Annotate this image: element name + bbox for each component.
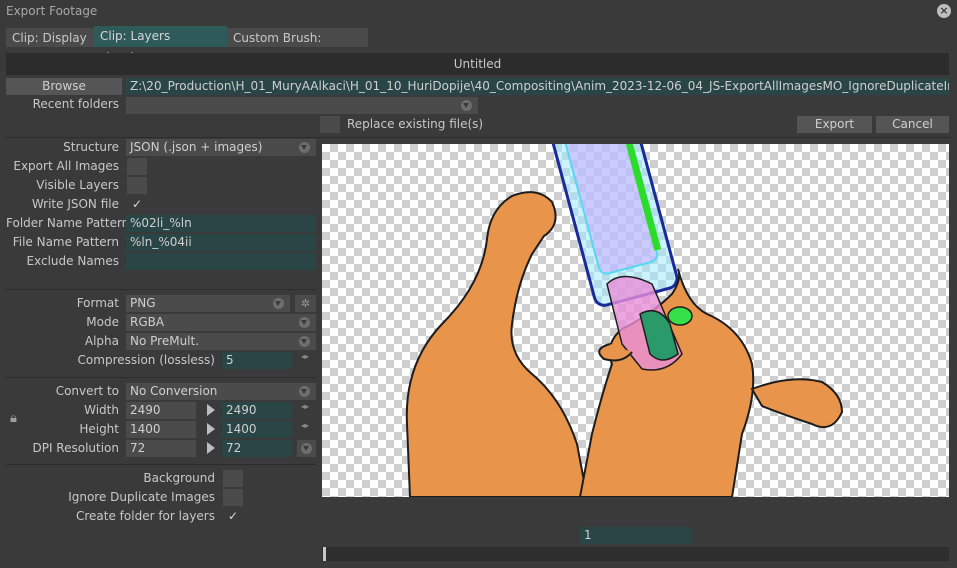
dpi-source: 72 [126,440,196,457]
arrow-right-icon [207,404,215,416]
create-folder-checkbox[interactable]: ✓ [223,508,243,525]
timeline-slider[interactable] [322,547,949,561]
folder-name-pattern-label: Folder Name Pattern [6,216,130,230]
chevron-down-icon [299,336,310,347]
write-json-checkbox[interactable]: ✓ [127,196,147,213]
file-name-pattern-label: File Name Pattern [12,235,119,249]
convert-to-label: Convert to [55,384,119,398]
folder-name-pattern-input[interactable]: %02li_%ln [126,215,316,232]
chevron-down-icon [299,142,310,153]
browse-button[interactable]: Browse [6,78,122,95]
document-name: Untitled [6,53,949,75]
cancel-button[interactable]: Cancel [876,116,949,133]
preview-canvas [322,144,949,497]
visible-layers-label: Visible Layers [36,178,119,192]
structure-dropdown[interactable]: JSON (.json + images) [126,139,316,156]
height-stepper-icon[interactable]: ◂▸ [300,422,310,436]
output-path-field[interactable]: Z:\20_Production\H_01_MuryAAlkaci\H_01_1… [126,78,949,95]
preview-image [405,144,844,497]
export-button[interactable]: Export [797,116,872,133]
create-folder-label: Create folder for layers [75,509,215,523]
compression-stepper-icon[interactable]: ◂▸ [300,353,310,367]
chevron-down-icon [299,386,310,397]
recent-folders-dropdown[interactable] [126,97,478,114]
compression-label: Compression (lossless) [77,353,215,367]
chevron-down-icon [461,100,472,111]
visible-layers-checkbox[interactable] [127,177,147,194]
chevron-down-icon [299,317,310,328]
file-name-pattern-input[interactable]: %ln_%04ii [126,234,316,251]
divider [6,377,316,378]
tab-clip-display[interactable]: Clip: Display [6,28,94,47]
mode-dropdown[interactable]: RGBA [126,314,316,331]
compression-input[interactable]: 5 [222,352,292,369]
close-icon[interactable]: × [937,4,951,18]
convert-to-value: No Conversion [130,384,218,398]
convert-to-dropdown[interactable]: No Conversion [126,383,316,400]
format-value: PNG [130,296,156,310]
divider [6,464,316,465]
chevron-down-icon [273,298,284,309]
structure-label: Structure [63,140,119,154]
alpha-value: No PreMult. [130,334,200,348]
mode-label: Mode [86,315,119,329]
frame-number-input[interactable]: 1 [580,527,691,544]
exclude-names-label: Exclude Names [26,254,119,268]
replace-existing-label: Replace existing file(s) [347,117,484,131]
background-checkbox[interactable] [223,470,243,487]
write-json-label: Write JSON file [31,197,119,211]
dpi-input[interactable]: 72 [222,440,292,457]
height-label: Height [79,422,119,436]
chevron-down-icon [301,443,312,454]
tab-custom-brush-display[interactable]: Custom Brush: Display [227,28,368,66]
divider [6,289,316,290]
format-settings-icon[interactable]: ✲ [295,295,316,312]
ignore-duplicates-checkbox[interactable] [223,489,243,506]
width-stepper-icon[interactable]: ◂▸ [300,403,310,417]
height-source: 1400 [126,421,196,438]
structure-value: JSON (.json + images) [130,140,263,154]
width-input[interactable]: 2490 [222,402,292,419]
ignore-duplicates-label: Ignore Duplicate Images [68,490,215,504]
window-title: Export Footage [6,4,98,18]
tab-clip-layers-structure[interactable]: Clip: Layers structure [94,26,227,64]
export-all-images-label: Export All Images [13,159,119,173]
format-dropdown[interactable]: PNG [126,295,290,312]
arrow-right-icon [207,423,215,435]
export-all-images-checkbox[interactable] [127,158,147,175]
recent-folders-label: Recent folders [32,97,119,111]
width-source: 2490 [126,402,196,419]
width-label: Width [84,403,119,417]
replace-existing-checkbox[interactable] [320,116,340,133]
height-input[interactable]: 1400 [222,421,292,438]
alpha-label: Alpha [84,334,119,348]
mode-value: RGBA [130,315,165,329]
dpi-dropdown[interactable] [297,440,316,457]
timeline-slider-handle[interactable] [323,547,326,561]
format-label: Format [76,296,119,310]
dpi-label: DPI Resolution [32,441,119,455]
alpha-dropdown[interactable]: No PreMult. [126,333,316,350]
exclude-names-input[interactable] [126,253,316,270]
arrow-right-icon [207,442,215,454]
divider [6,137,951,138]
background-label: Background [143,471,215,485]
